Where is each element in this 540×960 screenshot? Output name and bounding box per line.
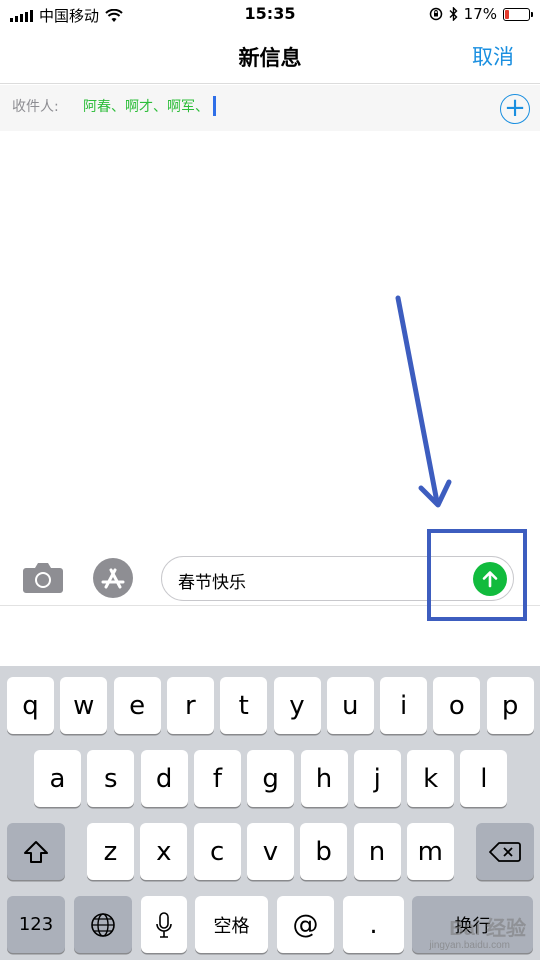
key-k[interactable]: k bbox=[407, 750, 455, 807]
key-i[interactable]: i bbox=[380, 677, 428, 734]
key-c[interactable]: c bbox=[193, 823, 241, 880]
message-input[interactable]: 春节快乐 bbox=[161, 556, 514, 601]
watermark: Bai 经验 bbox=[449, 918, 526, 940]
plus-circle-icon: + bbox=[504, 93, 526, 123]
compose-bar: 春节快乐 bbox=[0, 550, 540, 606]
key-o[interactable]: o bbox=[433, 677, 481, 734]
key-b[interactable]: b bbox=[300, 823, 348, 880]
key-g[interactable]: g bbox=[247, 750, 295, 807]
battery-icon bbox=[503, 7, 533, 21]
watermark-url: jingyan.baidu.com bbox=[429, 940, 510, 951]
camera-icon[interactable] bbox=[22, 559, 64, 595]
microphone-icon bbox=[156, 911, 172, 938]
key-y[interactable]: y bbox=[273, 677, 321, 734]
key-n[interactable]: n bbox=[353, 823, 401, 880]
microphone-key[interactable] bbox=[141, 896, 187, 953]
delete-icon bbox=[489, 841, 521, 862]
key-d[interactable]: d bbox=[140, 750, 188, 807]
delete-key[interactable] bbox=[476, 823, 534, 880]
key-f[interactable]: f bbox=[193, 750, 241, 807]
key-r[interactable]: r bbox=[166, 677, 214, 734]
battery-level bbox=[505, 9, 509, 19]
recipients-list[interactable]: 阿春、啊才、啊军、 bbox=[83, 96, 216, 116]
shift-icon bbox=[24, 840, 48, 863]
add-recipient-button[interactable]: + bbox=[500, 94, 530, 124]
recipients-field[interactable]: 收件人: 阿春、啊才、啊军、 + bbox=[0, 85, 540, 131]
key-e[interactable]: e bbox=[113, 677, 161, 734]
status-bar: 中国移动 15:35 17% bbox=[0, 0, 540, 30]
key-m[interactable]: m bbox=[406, 823, 454, 880]
at-key[interactable]: @ bbox=[277, 896, 334, 953]
key-a[interactable]: a bbox=[34, 750, 81, 807]
page-title: 新信息 bbox=[238, 46, 302, 70]
key-j[interactable]: j bbox=[353, 750, 401, 807]
cancel-button[interactable]: 取消 bbox=[472, 41, 514, 71]
send-arrow-up-icon bbox=[482, 571, 498, 588]
key-t[interactable]: t bbox=[220, 677, 268, 734]
key-u[interactable]: u bbox=[326, 677, 374, 734]
key-h[interactable]: h bbox=[300, 750, 348, 807]
key-v[interactable]: v bbox=[246, 823, 294, 880]
globe-key[interactable] bbox=[74, 896, 132, 953]
message-text: 春节快乐 bbox=[178, 573, 246, 593]
key-z[interactable]: z bbox=[87, 823, 134, 880]
key-w[interactable]: w bbox=[60, 677, 108, 734]
send-button[interactable] bbox=[473, 562, 507, 596]
key-p[interactable]: p bbox=[486, 677, 534, 734]
nav-bar: 新信息 取消 bbox=[0, 30, 540, 84]
numbers-key[interactable]: 123 bbox=[7, 896, 65, 953]
globe-icon bbox=[91, 912, 115, 937]
key-l[interactable]: l bbox=[460, 750, 508, 807]
status-right: 17% bbox=[429, 5, 533, 23]
bluetooth-icon bbox=[449, 7, 458, 21]
key-q[interactable]: q bbox=[7, 677, 54, 734]
key-x[interactable]: x bbox=[140, 823, 188, 880]
recipient-names: 阿春、啊才、啊军、 bbox=[83, 99, 209, 115]
app-store-icon[interactable] bbox=[92, 557, 134, 599]
text-cursor bbox=[213, 96, 216, 116]
space-key[interactable]: 空格 bbox=[195, 896, 268, 953]
battery-percent: 17% bbox=[463, 5, 497, 23]
key-s[interactable]: s bbox=[87, 750, 135, 807]
shift-key[interactable] bbox=[7, 823, 65, 880]
rotation-lock-icon bbox=[429, 7, 442, 21]
period-key[interactable]: . bbox=[343, 896, 404, 953]
recipients-label: 收件人: bbox=[12, 99, 59, 115]
